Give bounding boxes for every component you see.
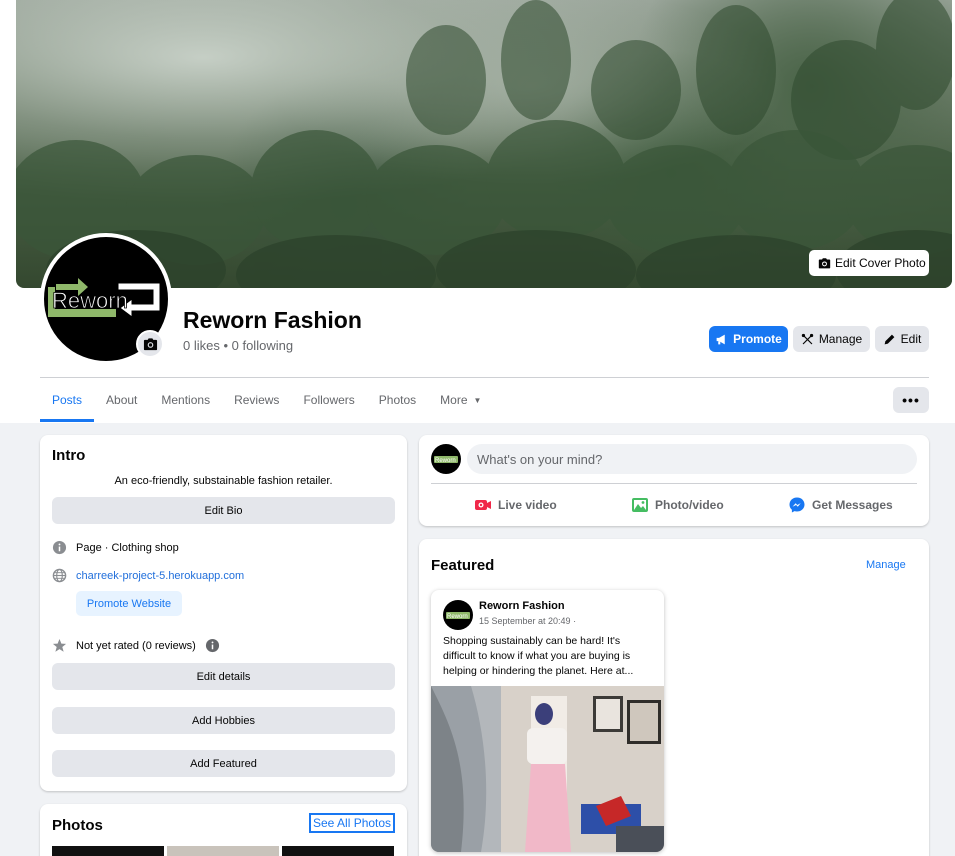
featured-manage-link[interactable]: Manage bbox=[866, 559, 906, 571]
manage-label: Manage bbox=[818, 332, 863, 346]
get-messages-label: Get Messages bbox=[812, 498, 893, 512]
category-text: Page · Clothing shop bbox=[76, 541, 179, 554]
tab-posts[interactable]: Posts bbox=[40, 378, 95, 422]
avatar[interactable]: Reworn bbox=[431, 444, 461, 474]
globe-icon bbox=[52, 568, 67, 583]
photo-thumbnail[interactable] bbox=[52, 846, 164, 856]
forest-image bbox=[16, 0, 952, 288]
manage-button[interactable]: Manage bbox=[793, 326, 870, 352]
photo-video-label: Photo/video bbox=[655, 498, 724, 512]
rating-row: Not yet rated (0 reviews) bbox=[52, 638, 220, 653]
camera-icon bbox=[818, 257, 831, 268]
megaphone-icon bbox=[716, 334, 725, 344]
svg-text:Reworn: Reworn bbox=[435, 458, 456, 464]
tab-photos[interactable]: Photos bbox=[367, 378, 428, 422]
featured-title: Featured bbox=[431, 557, 495, 574]
edit-details-button[interactable]: Edit details bbox=[52, 663, 395, 690]
website-row: charreek-project-5.herokuapp.com bbox=[52, 568, 244, 583]
post-author[interactable]: Reworn Fashion bbox=[479, 600, 565, 612]
promote-button[interactable]: Promote bbox=[709, 326, 788, 352]
photo-icon bbox=[632, 498, 648, 512]
category-row: Page · Clothing shop bbox=[52, 540, 179, 555]
page-title: Reworn Fashion bbox=[183, 307, 362, 333]
tab-followers[interactable]: Followers bbox=[291, 378, 366, 422]
tools-icon bbox=[801, 333, 813, 344]
featured-post[interactable]: Reworn Reworn Fashion 15 September at 20… bbox=[431, 590, 664, 852]
tab-label: Reviews bbox=[234, 393, 280, 407]
whats-on-your-mind-input[interactable]: What's on your mind? bbox=[467, 444, 917, 474]
pencil-icon bbox=[884, 334, 895, 344]
add-featured-button[interactable]: Add Featured bbox=[52, 750, 395, 777]
edit-label: Edit bbox=[900, 332, 922, 346]
tab-more[interactable]: More ▼ bbox=[428, 378, 493, 422]
tab-label: More bbox=[440, 393, 468, 407]
tab-label: Followers bbox=[303, 393, 355, 407]
star-icon bbox=[52, 638, 67, 652]
edit-cover-photo-label: Edit Cover Photo bbox=[835, 256, 926, 270]
messenger-icon bbox=[789, 497, 805, 513]
featured-card: Featured Manage Reworn Reworn Fashion 15… bbox=[419, 539, 929, 856]
page-stats[interactable]: 0 likes • 0 following bbox=[183, 338, 293, 353]
get-messages-button[interactable]: Get Messages bbox=[788, 494, 893, 516]
tab-label: Posts bbox=[52, 393, 83, 407]
rating-text: Not yet rated (0 reviews) bbox=[76, 639, 196, 652]
photo-video-button[interactable]: Photo/video bbox=[631, 494, 724, 516]
reworn-logo: Reworn bbox=[434, 456, 458, 464]
live-video-label: Live video bbox=[498, 498, 557, 512]
website-link[interactable]: charreek-project-5.herokuapp.com bbox=[76, 570, 244, 582]
intro-bio: An eco-friendly, substainable fashion re… bbox=[114, 475, 333, 487]
edit-bio-button[interactable]: Edit Bio bbox=[52, 497, 395, 524]
edit-button[interactable]: Edit bbox=[875, 326, 929, 352]
svg-text:Reworn: Reworn bbox=[447, 614, 468, 620]
intro-title: Intro bbox=[52, 447, 86, 464]
info-icon[interactable] bbox=[205, 638, 220, 653]
tab-label: Mentions bbox=[161, 393, 211, 407]
post-timestamp[interactable]: 15 September at 20:49 · bbox=[479, 616, 576, 626]
avatar[interactable]: Reworn bbox=[443, 600, 473, 630]
more-options-button[interactable]: ••• bbox=[893, 387, 929, 413]
post-text: Shopping sustainably can be hard! It's d… bbox=[443, 635, 634, 677]
photo-thumbnail[interactable] bbox=[282, 846, 394, 856]
update-avatar-button[interactable] bbox=[136, 330, 164, 358]
add-hobbies-button[interactable]: Add Hobbies bbox=[52, 707, 395, 734]
page-tabs: Posts About Mentions Reviews Followers P… bbox=[40, 378, 493, 422]
see-all-photos-link[interactable]: See All Photos bbox=[309, 813, 396, 833]
promote-website-button[interactable]: Promote Website bbox=[76, 591, 182, 616]
live-video-button[interactable]: Live video bbox=[474, 494, 557, 516]
caret-down-icon: ▼ bbox=[473, 395, 482, 405]
divider bbox=[431, 483, 917, 484]
tab-label: About bbox=[106, 393, 138, 407]
svg-text:Reworn: Reworn bbox=[52, 288, 128, 313]
info-icon bbox=[52, 540, 67, 555]
tab-label: Photos bbox=[378, 393, 417, 407]
live-video-icon bbox=[475, 500, 491, 510]
photo-thumbnail[interactable] bbox=[167, 846, 279, 856]
tab-mentions[interactable]: Mentions bbox=[149, 378, 222, 422]
tab-reviews[interactable]: Reviews bbox=[222, 378, 291, 422]
cover-photo bbox=[16, 0, 952, 288]
promote-label: Promote bbox=[733, 332, 782, 346]
edit-cover-photo-button[interactable]: Edit Cover Photo bbox=[809, 250, 929, 276]
photos-title: Photos bbox=[52, 817, 103, 834]
post-image[interactable] bbox=[431, 686, 664, 852]
photo-thumbnails bbox=[52, 846, 394, 856]
camera-icon bbox=[143, 337, 157, 350]
post-composer: Reworn What's on your mind? Live video P… bbox=[419, 435, 929, 526]
mirror-selfie-image bbox=[431, 686, 664, 852]
reworn-logo: Reworn bbox=[446, 612, 470, 620]
tab-about[interactable]: About bbox=[94, 378, 149, 422]
